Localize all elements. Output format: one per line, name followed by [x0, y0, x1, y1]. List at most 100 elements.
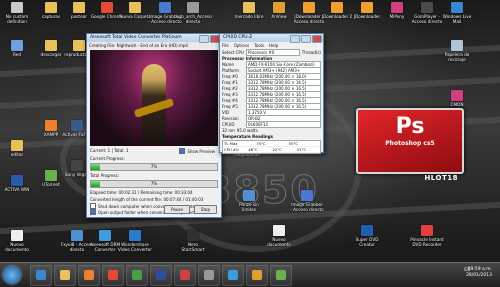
preview-controls: Current: 1 | Total: 1 Show Preview: [87, 147, 221, 155]
info-key: Freq #1: [222, 79, 238, 85]
app-icon: [451, 90, 463, 101]
desktop-icon[interactable]: Aiseesoft DRM Converter: [88, 230, 122, 252]
desktop-icon[interactable]: Papelera de reciclaje: [440, 40, 474, 62]
desktop-icon[interactable]: Nueva Carpeta: [118, 2, 152, 19]
window-title: Aiseesoft Total Video Converter Platinum: [90, 35, 182, 40]
desktop-icon[interactable]: JDownloader: [350, 2, 384, 19]
desktop-icon-label: JDownloader: [353, 14, 381, 19]
desktop-icon[interactable]: Pinnacle Instant DVD Recorder: [410, 225, 444, 247]
menu-tools[interactable]: Tools: [254, 43, 264, 48]
info-key: Freq #5: [222, 103, 238, 109]
taskbar-app[interactable]: [222, 265, 244, 286]
converted-length: Converted length of the current file: 00…: [90, 197, 204, 202]
aiseesoft-titlebar[interactable]: Aiseesoft Total Video Converter Platinum: [87, 34, 221, 43]
desktop-icon[interactable]: Nuevo documento: [262, 225, 296, 247]
maximize-button[interactable]: [301, 35, 311, 43]
desktop-icon-label: kgb_arch_Acceso directo: [176, 14, 212, 24]
app-icon: [303, 2, 315, 13]
taskbar-app[interactable]: [126, 265, 148, 286]
desktop-icon[interactable]: kgb_arch_Acceso directo: [176, 2, 212, 24]
app-icon: [331, 2, 343, 13]
window-controls: [290, 35, 322, 43]
taskbar-ie[interactable]: [30, 265, 52, 286]
show-preview-checkbox[interactable]: Show Preview: [176, 148, 218, 154]
desktop-icon-label: capturas: [41, 14, 61, 19]
app-icon: [45, 170, 57, 181]
menu-file[interactable]: File: [222, 43, 229, 48]
clock[interactable]: 09:59 a.m. 28/01/2013: [466, 267, 492, 279]
taskbar-app[interactable]: [270, 265, 292, 286]
checkbox-icon[interactable]: [179, 148, 186, 154]
stop-button[interactable]: Stop: [193, 205, 217, 214]
start-button[interactable]: [3, 266, 21, 284]
app-icon: [301, 190, 313, 201]
app-icon: [421, 2, 433, 13]
app-icon: [451, 2, 463, 13]
taskbar-app[interactable]: [174, 265, 196, 286]
desktop-icon-label: ACTIVA WIN: [4, 187, 30, 192]
minimize-button[interactable]: [199, 35, 209, 43]
info-key: VID: [222, 109, 229, 115]
desktop-icon[interactable]: GomPlayer - Acceso directo: [410, 2, 444, 24]
taskbar-app[interactable]: [246, 265, 268, 286]
app-icon: [73, 40, 85, 51]
desktop-icon[interactable]: editar: [0, 140, 34, 157]
cpuz-titlebar[interactable]: CPUID CPU-Z: [220, 34, 323, 43]
taskbar-chrome[interactable]: [102, 265, 124, 286]
desktop-icon[interactable]: ACTIVA WIN: [0, 175, 34, 192]
desktop-icon[interactable]: Windows Live Mail: [440, 2, 474, 24]
desktop-icon-label: Ponzo sin limites: [239, 202, 259, 212]
app-icon: [243, 190, 255, 201]
app-icon: [45, 120, 57, 131]
cpuz-window[interactable]: CPUID CPU-Z File Options Tools Help Sele…: [219, 33, 324, 154]
desktop-icon[interactable]: Super DVD Creator: [350, 225, 384, 247]
taskbar-explorer[interactable]: [54, 265, 76, 286]
desktop-icon[interactable]: Nuevo documento: [0, 230, 34, 252]
desktop-icon-label: XnView: [271, 14, 287, 19]
select-cpu-label: Select CPU: [222, 49, 244, 55]
desktop-icon-label: postear: [71, 14, 87, 19]
total-progress-bar: 7%: [90, 180, 218, 188]
aiseesoft-window[interactable]: Aiseesoft Total Video Converter Platinum…: [86, 33, 222, 218]
desktop-icon[interactable]: Ponzo sin limites: [232, 190, 266, 212]
menu-options[interactable]: Options: [234, 43, 249, 48]
desktop-icon-label: No custom definition: [5, 14, 29, 24]
taskbar-media[interactable]: [78, 265, 100, 286]
aiseesoft-buttons: Pause Stop: [164, 205, 217, 214]
checkbox-icon[interactable]: [90, 209, 96, 215]
desktop-icon[interactable]: Red: [0, 40, 34, 57]
desktop-icon[interactable]: MiPony: [380, 2, 414, 19]
desktop-icon[interactable]: Nero StartSmart: [176, 230, 210, 252]
tdp-value: 95.0 watts: [236, 127, 258, 133]
desktop-icon[interactable]: Wondershare Video Converter: [118, 230, 152, 252]
close-button[interactable]: [312, 35, 322, 43]
desktop-icon-label: editar: [10, 152, 24, 157]
pause-button[interactable]: Pause: [164, 205, 190, 214]
video-preview: [90, 50, 218, 146]
desktop-icon[interactable]: XnView: [262, 2, 296, 19]
photoshop-logo: Ps Photoshop cs5 HLOT18: [356, 108, 464, 182]
app-icon: [11, 175, 23, 186]
desktop-icon-label: Papelera de reciclaje: [444, 52, 470, 62]
desktop-icon[interactable]: No custom definition: [0, 2, 34, 24]
desktop-icon[interactable]: Image Grabber - Acceso directo: [290, 190, 324, 212]
taskbar-app[interactable]: [198, 265, 220, 286]
desktop-icon[interactable]: JDownloader 2: [320, 2, 354, 19]
desktop-icon[interactable]: mercado libre: [232, 2, 266, 19]
menu-help[interactable]: Help: [269, 43, 278, 48]
app-icon: [204, 270, 214, 280]
info-value: 0x600F12: [246, 120, 321, 128]
threads-label: Thread(s): [301, 49, 321, 55]
desktop-icon[interactable]: CMON: [440, 90, 474, 107]
app-icon: [187, 230, 199, 241]
desktop-icon-label: CMON: [450, 102, 464, 107]
show-preview-label: Show Preview: [187, 148, 215, 154]
temp-value: 48°C: [248, 147, 258, 152]
minimize-button[interactable]: [290, 35, 300, 43]
select-cpu-dropdown[interactable]: Processor #0: [246, 48, 300, 56]
app-icon: [180, 270, 190, 280]
taskbar-photoshop[interactable]: [150, 265, 172, 286]
window-controls: [199, 35, 220, 43]
app-icon: [71, 120, 83, 131]
info-key: CPUID: [222, 121, 235, 127]
